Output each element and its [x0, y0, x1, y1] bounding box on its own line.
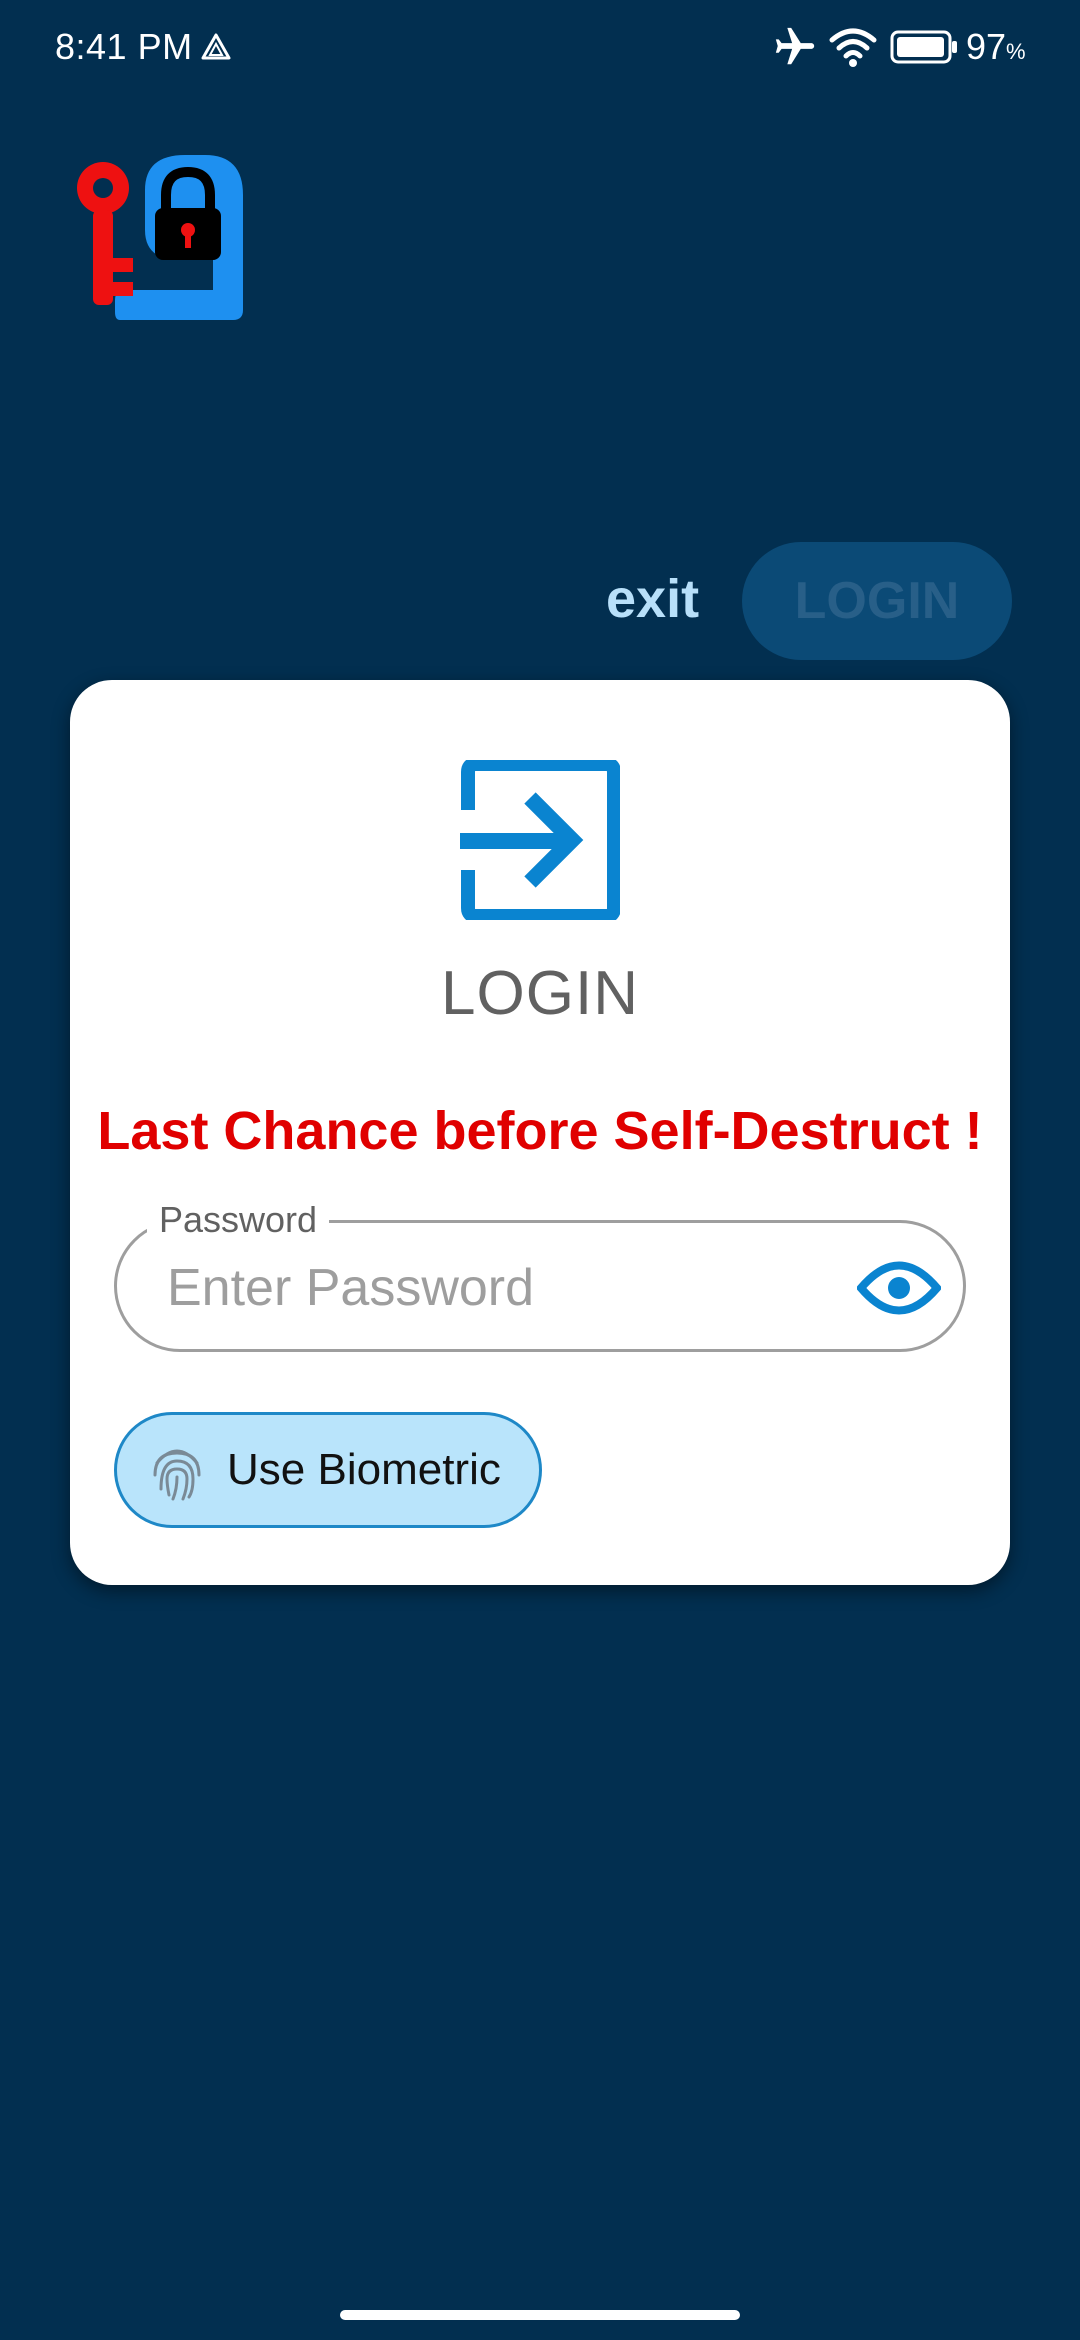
use-biometric-button[interactable]: Use Biometric — [114, 1412, 542, 1528]
fingerprint-icon — [153, 1449, 201, 1501]
card-title: LOGIN — [441, 959, 639, 1028]
status-time: 8:41 PM — [55, 26, 193, 67]
drive-icon — [201, 33, 231, 60]
eye-icon[interactable] — [857, 1257, 941, 1319]
use-biometric-label: Use Biometric — [227, 1445, 501, 1494]
status-bar: 8:41 PM 97% — [0, 0, 1080, 96]
wifi-icon — [829, 28, 877, 67]
battery-icon — [890, 30, 957, 64]
self-destruct-warning: Last Chance before Self-Destruct ! — [97, 1101, 983, 1161]
password-label: Password — [147, 1199, 330, 1241]
airplane-mode-icon — [775, 27, 815, 65]
battery-level-unit: % — [1006, 39, 1026, 64]
login-card: LOGIN Last Chance before Self-Destruct !… — [70, 680, 1010, 1585]
login-arrow-icon — [460, 760, 620, 920]
password-input[interactable] — [165, 1245, 809, 1331]
login-button[interactable]: LOGIN — [742, 542, 1012, 660]
battery-level: 97% — [966, 26, 1026, 68]
password-field[interactable]: Password — [114, 1199, 966, 1352]
exit-button[interactable]: exit — [606, 568, 699, 630]
key-lock-logo-icon — [77, 155, 243, 320]
home-indicator[interactable] — [340, 2310, 740, 2320]
battery-level-value: 97 — [966, 26, 1007, 67]
